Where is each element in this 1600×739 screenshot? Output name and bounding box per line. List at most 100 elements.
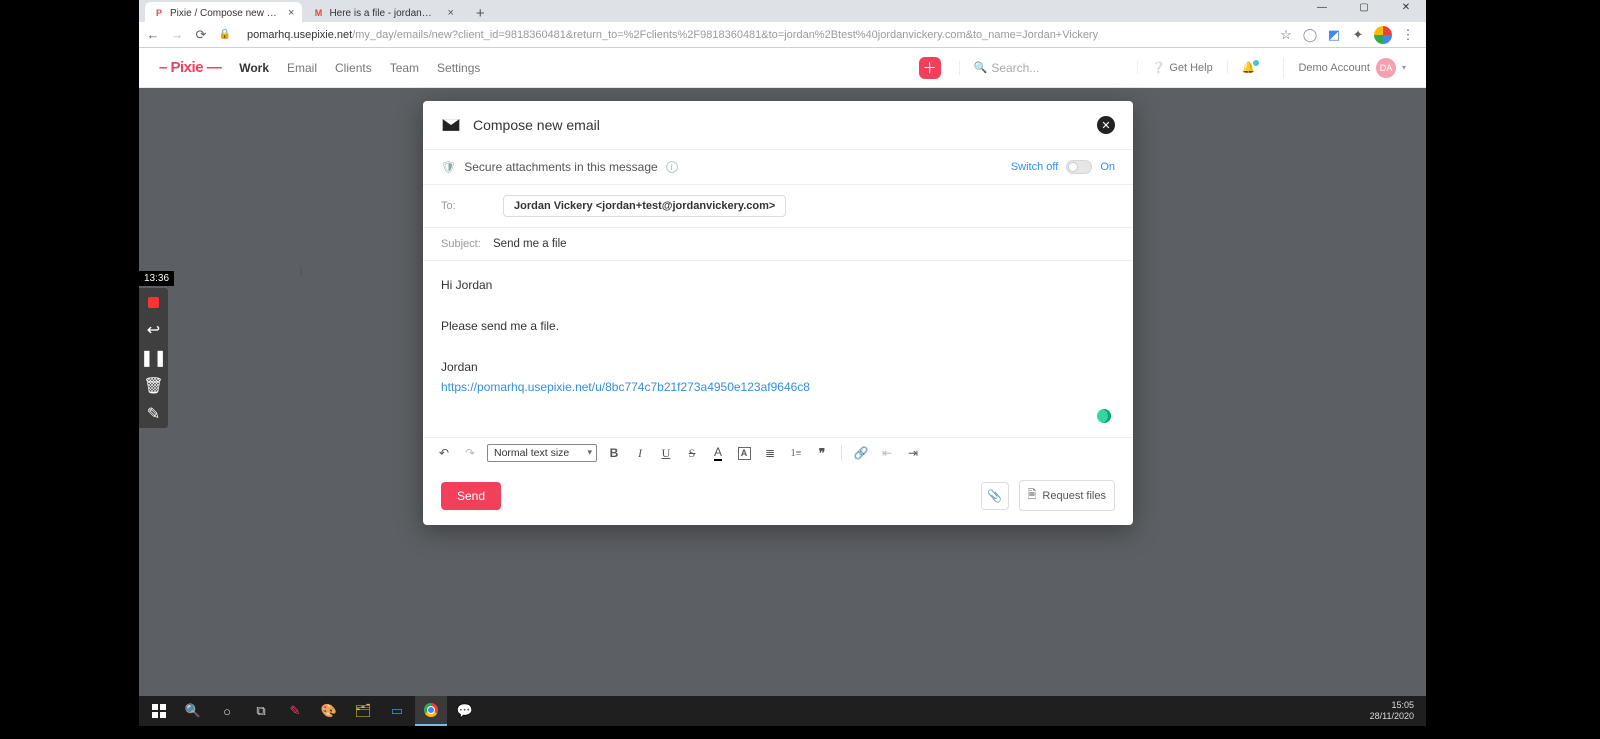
file-explorer-button[interactable]: 🗂 [347, 696, 379, 726]
extension-icon[interactable]: ◩ [1326, 27, 1342, 43]
taskbar-app[interactable]: ✎ [279, 696, 311, 726]
secure-attachments-row: 🛡 Secure attachments in this message i S… [423, 150, 1133, 185]
get-help-button[interactable]: ❔ Get Help [1137, 61, 1213, 74]
notification-dot [1253, 60, 1259, 66]
notifications-button[interactable]: 🔔 [1227, 61, 1270, 74]
chrome-taskbar-button[interactable] [415, 696, 447, 726]
taskbar-date: 28/11/2020 [1370, 711, 1414, 722]
email-body-editor[interactable]: Hi Jordan Please send me a file. Jordan … [423, 261, 1133, 437]
outdent-button[interactable]: ⇤ [878, 444, 896, 462]
send-button[interactable]: Send [441, 482, 501, 510]
link-button[interactable]: 🔗 [852, 444, 870, 462]
app-header: – Pixie — Work Email Clients Team Settin… [139, 48, 1426, 88]
address-right: ☆ ◯ ◩ ✦ ⋮ [1278, 26, 1420, 44]
nav-settings[interactable]: Settings [437, 61, 480, 75]
number-list-button[interactable]: 1≡ [787, 444, 805, 462]
window-minimize[interactable]: — [1308, 2, 1336, 13]
pixie-logo[interactable]: – Pixie — [159, 59, 221, 76]
nav-work[interactable]: Work [239, 61, 269, 75]
browser-tab[interactable]: P Pixie / Compose new email × [145, 2, 302, 22]
indent-button[interactable]: ⇥ [904, 444, 922, 462]
grammarly-indicator[interactable] [1097, 409, 1111, 423]
tab-title: Pixie / Compose new email [170, 8, 280, 19]
taskbar-clock[interactable]: 15:05 28/11/2020 [1362, 700, 1422, 722]
secure-toggle[interactable] [1066, 160, 1092, 174]
to-row: To: Jordan Vickery <jordan+test@jordanvi… [423, 185, 1133, 228]
undo-button[interactable]: ↶ [435, 444, 453, 462]
text-color-button[interactable]: A [709, 444, 727, 462]
chrome-menu-icon[interactable]: ⋮ [1400, 27, 1416, 43]
quote-button[interactable]: ❞ [813, 444, 831, 462]
nav-clients[interactable]: Clients [335, 61, 372, 75]
toggle-on-label[interactable]: On [1100, 161, 1115, 173]
nav-back-icon[interactable]: ← [145, 27, 161, 43]
extension-icon[interactable]: ◯ [1302, 27, 1318, 43]
account-menu[interactable]: Demo Account DA ▾ [1283, 58, 1406, 78]
recipient-chip[interactable]: Jordan Vickery <jordan+test@jordanvicker… [503, 195, 786, 217]
taskbar-app[interactable]: 💬 [449, 696, 481, 726]
start-button[interactable] [143, 696, 175, 726]
send-row: Send 📎 🗎 Request files [423, 468, 1133, 525]
task-view-button[interactable]: ⧉ [245, 696, 277, 726]
nav-team[interactable]: Team [390, 61, 419, 75]
modal-close-button[interactable]: ✕ [1097, 116, 1115, 134]
compose-email-modal: Compose new email ✕ 🛡 Secure attachments… [423, 101, 1133, 525]
body-upload-link[interactable]: https://pomarhq.usepixie.net/u/8bc774c7b… [441, 380, 810, 394]
add-button[interactable]: ＋ [919, 57, 941, 79]
window-close[interactable]: ✕ [1392, 2, 1420, 13]
tab-bar: P Pixie / Compose new email × M Here is … [139, 0, 1426, 22]
strike-button[interactable]: S [683, 444, 701, 462]
subject-row: Subject: [423, 228, 1133, 261]
profile-avatar[interactable] [1374, 26, 1392, 44]
paperclip-icon: 📎 [987, 489, 1002, 503]
recorder-delete-button[interactable]: 🗑 [139, 372, 168, 400]
lock-icon[interactable]: 🔒 [217, 27, 233, 43]
editor-toolbar: ↶ ↷ Normal text size B I U S A A ≣ 1≡ ❞ … [423, 437, 1133, 468]
new-tab-button[interactable]: + [470, 5, 491, 22]
taskbar-app[interactable]: ▭ [381, 696, 413, 726]
nav-email[interactable]: Email [287, 61, 317, 75]
recorder-pause-button[interactable]: ❚❚ [139, 344, 168, 372]
windows-taskbar: 🔍 ○ ⧉ ✎ 🎨 🗂 ▭ 💬 15:05 28/11/2020 [139, 696, 1426, 726]
url-host: pomarhq.usepixie.net [247, 29, 352, 41]
highlight-button[interactable]: A [735, 444, 753, 462]
recorder-timer: 13:36 [139, 271, 174, 286]
nav-reload-icon[interactable]: ⟳ [193, 27, 209, 43]
nav-forward-icon[interactable]: → [169, 27, 185, 43]
attach-file-button[interactable]: 📎 [981, 482, 1009, 510]
taskbar-app[interactable]: 🎨 [313, 696, 345, 726]
window-controls: — ▢ ✕ [1308, 2, 1420, 13]
tab-title: Here is a file - jordan@jordanvic [329, 8, 439, 19]
recorder-restart-button[interactable]: ↩ [139, 316, 168, 344]
underline-button[interactable]: U [657, 444, 675, 462]
cortana-button[interactable]: ○ [211, 696, 243, 726]
modal-header: Compose new email ✕ [423, 101, 1133, 150]
close-icon[interactable]: × [447, 7, 453, 19]
mail-icon [441, 115, 461, 135]
body-greeting: Hi Jordan [441, 275, 1115, 295]
star-icon[interactable]: ☆ [1278, 27, 1294, 43]
extensions-puzzle-icon[interactable]: ✦ [1350, 27, 1366, 43]
text-size-dropdown[interactable]: Normal text size [487, 444, 597, 462]
bold-button[interactable]: B [605, 444, 623, 462]
window-maximize[interactable]: ▢ [1350, 2, 1378, 13]
header-search[interactable]: 🔍 Search... [959, 61, 1119, 75]
recorder-stop-button[interactable] [139, 288, 168, 316]
recorder-sidebar: ↩ ❚❚ 🗑 ✎ [139, 288, 168, 428]
italic-button[interactable]: I [631, 444, 649, 462]
recorder-draw-button[interactable]: ✎ [139, 400, 168, 428]
gmail-favicon: M [312, 7, 324, 19]
text-cursor-icon: I [299, 263, 303, 279]
redo-button[interactable]: ↷ [461, 444, 479, 462]
subject-input[interactable] [493, 238, 1115, 250]
request-files-button[interactable]: 🗎 Request files [1019, 480, 1115, 511]
bullet-list-button[interactable]: ≣ [761, 444, 779, 462]
url-input[interactable]: pomarhq.usepixie.net/my_day/emails/new?c… [241, 27, 1270, 43]
close-icon[interactable]: × [288, 7, 294, 19]
request-files-label: Request files [1042, 490, 1106, 502]
taskbar-search-button[interactable]: 🔍 [177, 696, 209, 726]
toggle-off-label[interactable]: Switch off [1011, 161, 1059, 173]
info-icon[interactable]: i [666, 161, 678, 173]
secure-toggle-group: Switch off On [1011, 160, 1115, 174]
browser-tab[interactable]: M Here is a file - jordan@jordanvic × [304, 2, 461, 22]
